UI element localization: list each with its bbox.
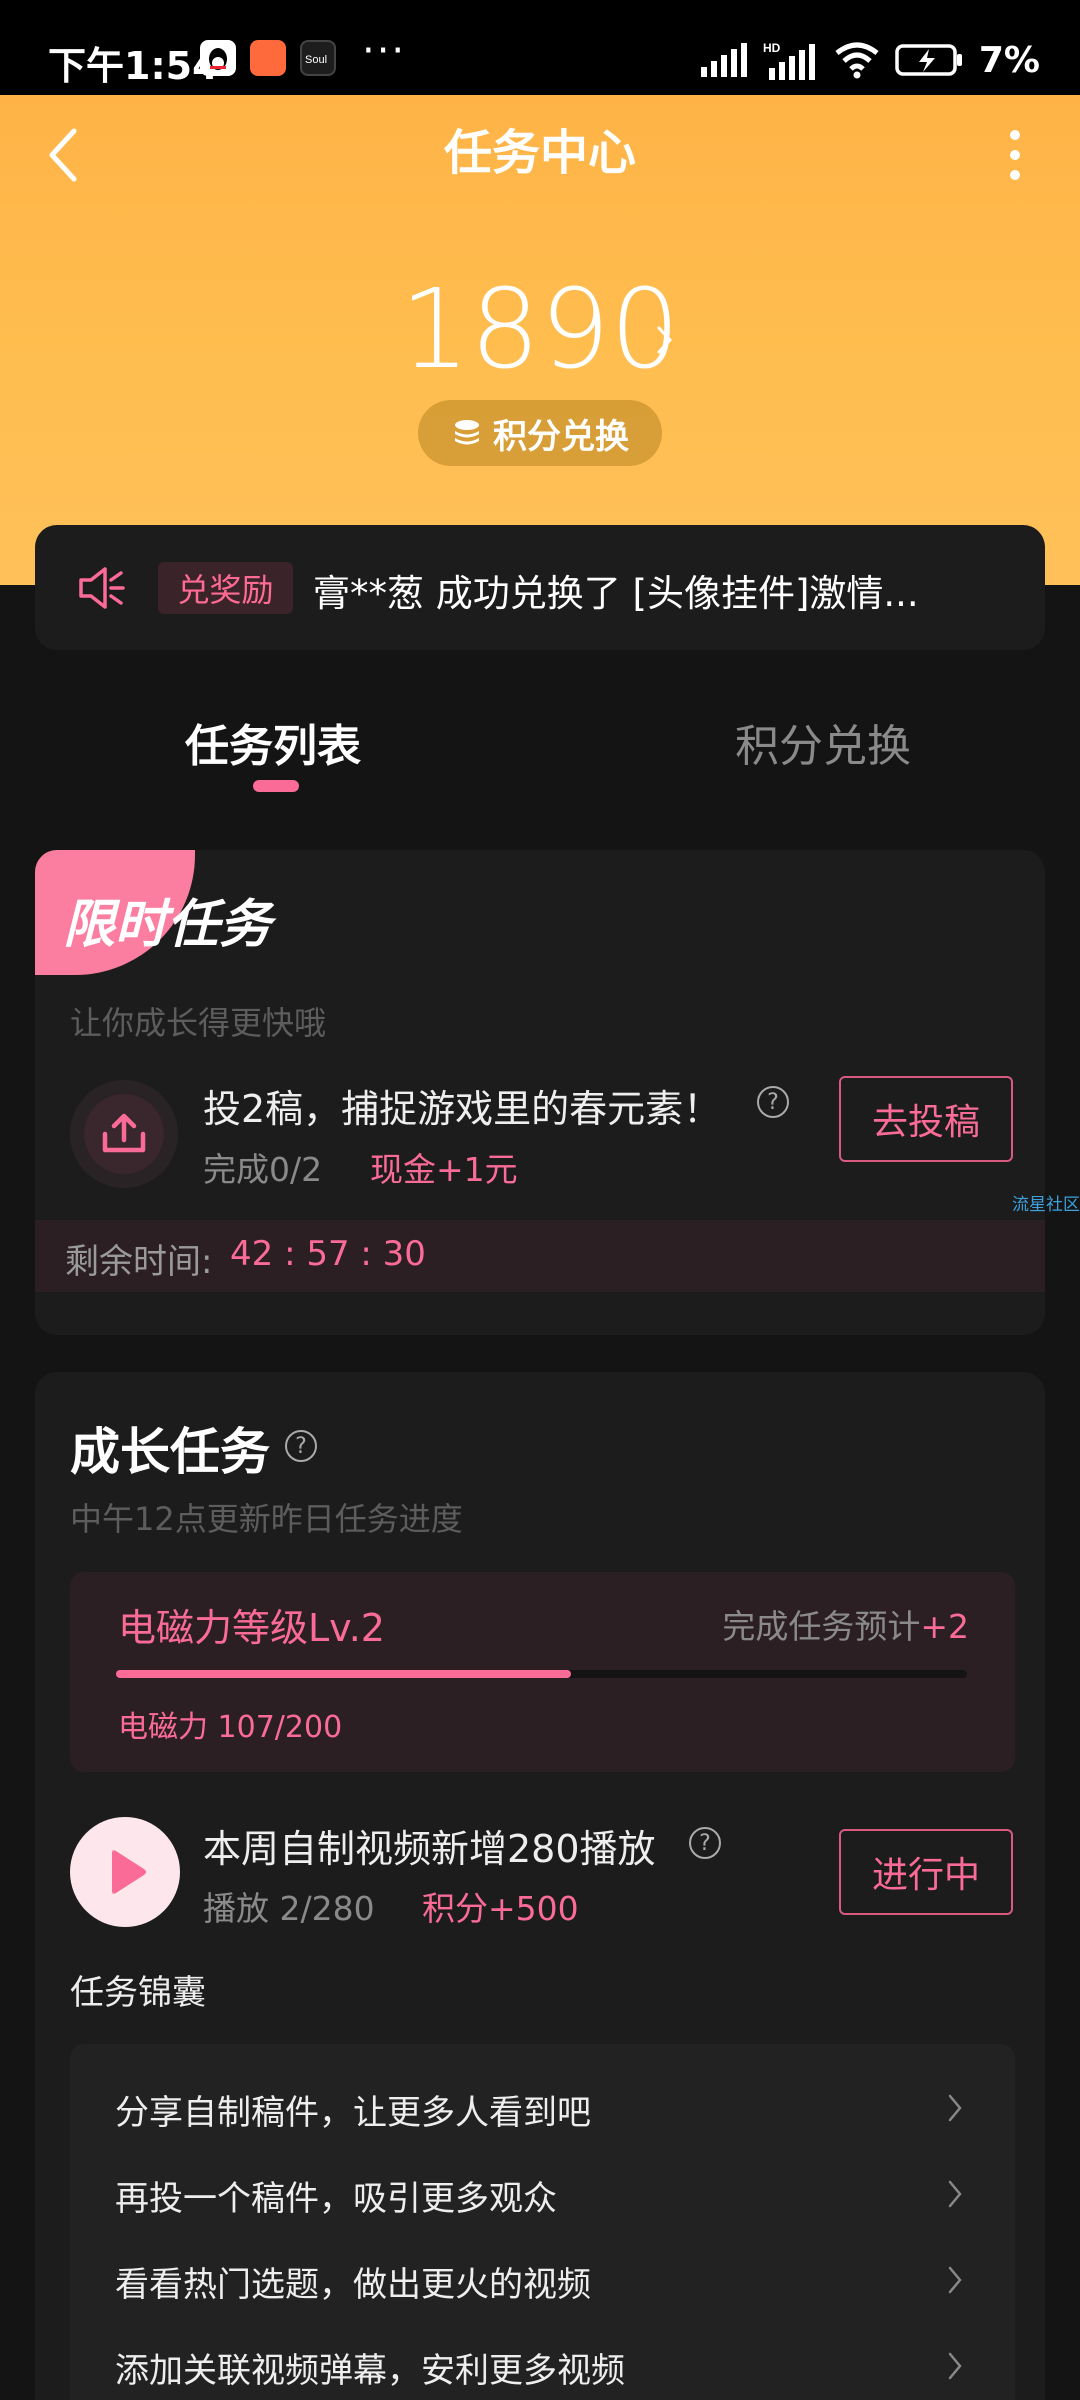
growth-task-card: 成长任务 ? 中午12点更新昨日任务进度 电磁力等级Lv.2 完成任务预计+2 … [35, 1372, 1045, 2400]
limited-task-title: 限时任务 [63, 895, 272, 955]
remaining-time-label: 剩余时间: [65, 1242, 213, 1282]
remaining-time-value: 42 : 57 : 30 [230, 1234, 426, 1274]
limited-task-card: 限时任务 让你成长得更快哦 投2稿，捕捉游戏里的春元素！ ? 完成0/2 现金+… [35, 850, 1045, 1335]
level-estimate: 完成任务预计+2 [722, 1600, 969, 1648]
chevron-right-icon [948, 2094, 962, 2122]
submit-work-button[interactable]: 去投稿 [839, 1076, 1013, 1162]
cell-signal-1-icon [700, 43, 747, 77]
limited-task-reward: 现金+1元 [370, 1150, 518, 1189]
side-community-link[interactable]: 流星社区 [1012, 1190, 1080, 1215]
tip-item[interactable]: 分享自制稿件，让更多人看到吧 [70, 2065, 1015, 2151]
limited-task-subtitle: 让你成长得更快哦 [70, 1004, 327, 1042]
power-value: 电磁力 107/200 [118, 1710, 343, 1745]
chevron-right-icon [948, 2266, 962, 2294]
points-exchange-button[interactable]: 积分兑换 [418, 400, 662, 466]
chevron-right-icon [948, 2352, 962, 2380]
upload-task-icon-bg [70, 1080, 178, 1188]
tip-item[interactable]: 看看热门选题，做出更火的视频 [70, 2237, 1015, 2323]
points-chevron-icon[interactable] [655, 320, 675, 360]
level-estimate-value: +2 [920, 1607, 969, 1646]
orange-app-icon [250, 40, 286, 76]
reward-notice-bar[interactable]: 兑奖励 膏**葱 成功兑换了 [头像挂件]激情... [35, 525, 1045, 650]
tab-points-exchange[interactable]: 积分兑换 [735, 710, 911, 774]
help-icon[interactable]: ? [689, 1827, 721, 1859]
wifi-icon [835, 42, 879, 79]
help-icon[interactable]: ? [285, 1430, 317, 1462]
power-level-name: 电磁力等级Lv.2 [118, 1606, 385, 1650]
tip-text: 看看热门选题，做出更火的视频 [115, 2265, 591, 2305]
battery-percent: 7% [978, 39, 1040, 81]
video-task-name: 本周自制视频新增280播放 [203, 1827, 656, 1871]
chevron-right-icon [948, 2180, 962, 2208]
more-options-icon[interactable] [1005, 125, 1025, 185]
qq-icon [200, 40, 236, 76]
notice-text: 膏**葱 成功兑换了 [头像挂件]激情... [313, 572, 919, 615]
remaining-time-bar: 剩余时间: 42 : 57 : 30 [35, 1220, 1045, 1292]
status-time: 下午1:54 [48, 44, 219, 88]
tip-item[interactable]: 添加关联视频弹幕，安利更多视频 [70, 2323, 1015, 2400]
cell-signal-2-icon: HD [763, 41, 815, 80]
coins-icon [455, 420, 479, 445]
points-total[interactable]: 1890 [0, 265, 1080, 393]
svg-text:HD: HD [763, 41, 781, 55]
task-tips-list: 分享自制稿件，让更多人看到吧 再投一个稿件，吸引更多观众 看看热门选题，做出更火… [70, 2044, 1015, 2400]
soul-app-icon: Soul [300, 40, 336, 76]
tip-text: 再投一个稿件，吸引更多观众 [115, 2179, 557, 2219]
power-progress-track [116, 1670, 967, 1678]
limited-task-progress: 完成0/2 [203, 1150, 323, 1189]
header-banner: 任务中心 1890 积分兑换 [0, 95, 1080, 585]
notice-badge: 兑奖励 [158, 562, 293, 614]
speaker-icon [79, 567, 125, 609]
video-task-icon-bg [70, 1817, 180, 1927]
video-task-progress: 播放 2/280 [203, 1889, 375, 1928]
video-task-reward: 积分+500 [422, 1889, 579, 1928]
tip-text: 添加关联视频弹幕，安利更多视频 [115, 2351, 625, 2391]
help-icon[interactable]: ? [757, 1086, 789, 1118]
more-notifications-icon: ··· [362, 28, 407, 74]
power-level-box: 电磁力等级Lv.2 完成任务预计+2 电磁力 107/200 [70, 1572, 1015, 1772]
points-exchange-label: 积分兑换 [493, 416, 629, 457]
tab-task-list[interactable]: 任务列表 [185, 710, 361, 774]
level-estimate-prefix: 完成任务预计 [722, 1607, 921, 1646]
growth-task-title: 成长任务 [70, 1423, 270, 1481]
tab-indicator [253, 780, 299, 792]
in-progress-button[interactable]: 进行中 [839, 1829, 1013, 1915]
svg-text:Soul: Soul [305, 54, 327, 66]
power-progress-fill [116, 1670, 572, 1678]
upload-icon [102, 1113, 146, 1153]
page-title: 任务中心 [443, 125, 636, 181]
tip-item[interactable]: 再投一个稿件，吸引更多观众 [70, 2151, 1015, 2237]
battery-icon [895, 44, 962, 76]
growth-task-subtitle: 中午12点更新昨日任务进度 [70, 1500, 463, 1538]
limited-task-name: 投2稿，捕捉游戏里的春元素！ [203, 1087, 722, 1131]
play-icon [112, 1850, 146, 1894]
task-tips-label: 任务锦囊 [70, 1973, 206, 2013]
status-bar: 下午1:54 Soul ··· HD 7% [0, 0, 1080, 95]
tip-text: 分享自制稿件，让更多人看到吧 [115, 2093, 591, 2133]
